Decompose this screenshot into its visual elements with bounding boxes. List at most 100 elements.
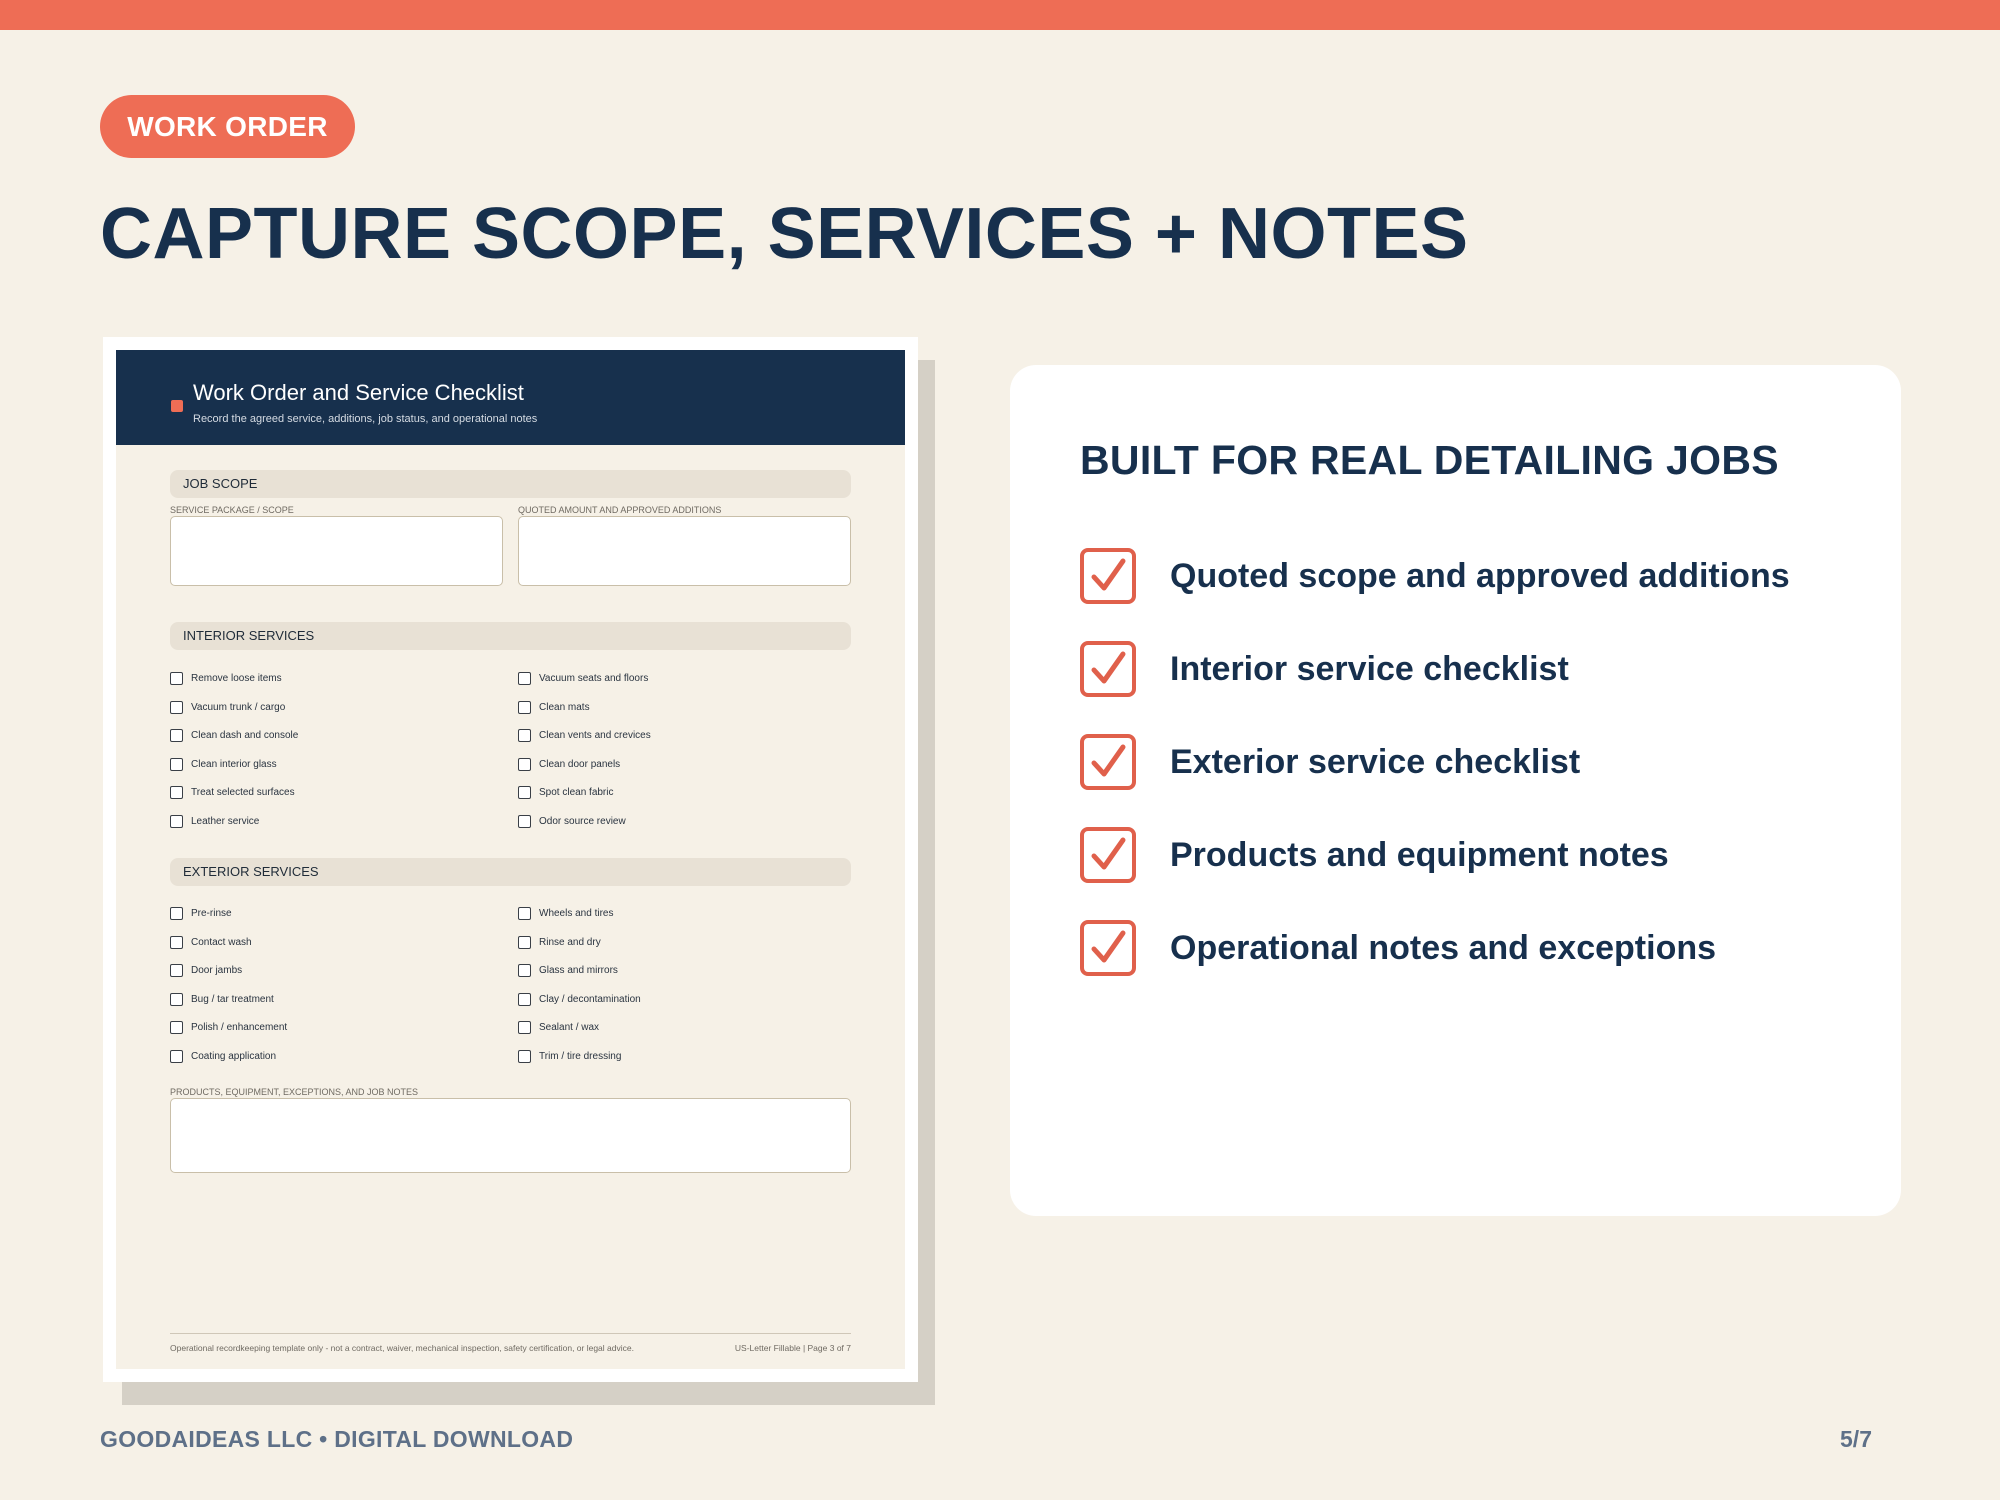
empty-checkbox-icon[interactable] [170,700,183,714]
checklist-item-label: Trim / tire dressing [539,1050,622,1062]
checklist-item[interactable]: Leather service [170,814,260,828]
empty-checkbox-icon[interactable] [518,907,531,920]
document-title: Work Order and Service Checklist [193,380,524,405]
empty-checkbox-icon[interactable] [170,729,183,742]
checklist-item[interactable]: Rinse and dry [518,935,601,949]
empty-checkbox-icon[interactable] [518,964,531,977]
feature-item: Products and equipment notes [1080,827,1669,883]
checklist-item-label: Leather service [191,815,260,827]
checklist-item[interactable]: Vacuum seats and floors [518,672,648,685]
checklist-item[interactable]: Glass and mirrors [518,964,618,977]
checkbox-check-icon [1080,641,1136,697]
checklist-item-label: Door jambs [191,965,243,976]
header-accent-square-icon [171,400,183,412]
empty-checkbox-icon[interactable] [170,1049,183,1063]
empty-checkbox-icon[interactable] [170,907,183,920]
notes-field[interactable] [170,1098,851,1173]
checklist-item[interactable]: Vacuum trunk / cargo [170,700,286,714]
checklist-item[interactable]: Door jambs [170,964,242,977]
checklist-item-label: Polish / enhancement [191,1022,288,1033]
checklist-item[interactable]: Clean vents and crevices [518,729,651,742]
checklist-item[interactable]: Remove loose items [170,672,282,685]
checklist-item-label: Remove loose items [191,673,282,684]
checklist-item[interactable]: Pre-rinse [170,907,232,920]
empty-checkbox-icon[interactable] [518,992,531,1006]
checklist-item[interactable]: Clay / decontamination [518,992,641,1006]
empty-checkbox-icon[interactable] [170,757,183,771]
document-page-info: US-Letter Fillable | Page 3 of 7 [734,1343,851,1353]
checklist-item[interactable]: Clean mats [518,700,590,714]
checklist-item[interactable]: Contact wash [170,935,252,949]
feature-text: Interior service checklist [1170,649,1569,688]
checklist-item-label: Vacuum trunk / cargo [191,701,286,713]
empty-checkbox-icon[interactable] [518,700,531,714]
service-package-label: SERVICE PACKAGE / SCOPE [170,505,294,515]
empty-checkbox-icon[interactable] [518,935,531,949]
checklist-item-label: Treat selected surfaces [191,787,295,798]
checkbox-check-icon [1080,734,1136,790]
quoted-amount-label: QUOTED AMOUNT AND APPROVED ADDITIONS [518,505,722,515]
feature-text: Operational notes and exceptions [1170,928,1717,967]
top-accent-bar [0,0,2000,30]
document-subtitle: Record the agreed service, additions, jo… [193,413,538,425]
empty-checkbox-icon[interactable] [170,1021,183,1034]
checklist-item[interactable]: Coating application [170,1049,277,1063]
checklist-item-label: Clean vents and crevices [539,730,651,741]
feature-item: Interior service checklist [1080,641,1569,697]
feature-text: Exterior service checklist [1170,742,1581,781]
checklist-item-label: Clean mats [539,701,590,713]
empty-checkbox-icon[interactable] [170,814,183,828]
checklist-item-label: Clean dash and console [191,730,299,741]
empty-checkbox-icon[interactable] [518,1049,531,1063]
checklist-item[interactable]: Odor source review [518,814,626,828]
checklist-item-label: Clean interior glass [191,758,277,770]
empty-checkbox-icon[interactable] [518,786,531,799]
footer-brand: GOODAIDEAS LLC • DIGITAL DOWNLOAD [100,1426,574,1452]
section-job-scope: JOB SCOPE [170,470,851,498]
empty-checkbox-icon[interactable] [518,1021,531,1034]
checklist-item-label: Pre-rinse [191,908,232,919]
section-badge: WORK ORDER [100,95,355,158]
checklist-item-label: Rinse and dry [539,936,601,948]
empty-checkbox-icon[interactable] [518,729,531,742]
card-title: BUILT FOR REAL DETAILING JOBS [1080,437,1779,483]
checklist-item[interactable]: Treat selected surfaces [170,786,295,799]
checklist-item[interactable]: Trim / tire dressing [518,1049,622,1063]
empty-checkbox-icon[interactable] [170,935,183,949]
document-page: Work Order and Service Checklist Record … [116,350,905,1369]
checklist-item[interactable]: Polish / enhancement [170,1021,287,1034]
empty-checkbox-icon[interactable] [170,672,183,685]
checkbox-check-icon [1080,827,1136,883]
empty-checkbox-icon[interactable] [518,757,531,771]
checkbox-check-icon [1080,548,1136,604]
document-header: Work Order and Service Checklist Record … [116,350,905,445]
quoted-amount-field[interactable] [518,516,851,586]
checklist-item-label: Sealant / wax [539,1022,600,1033]
service-package-field[interactable] [170,516,503,586]
checklist-item[interactable]: Spot clean fabric [518,786,614,799]
empty-checkbox-icon[interactable] [170,992,183,1006]
checklist-item-label: Glass and mirrors [539,965,618,976]
empty-checkbox-icon[interactable] [518,814,531,828]
feature-item: Operational notes and exceptions [1080,920,1716,976]
checklist-item[interactable]: Wheels and tires [518,907,613,920]
document-disclaimer: Operational recordkeeping template only … [170,1343,634,1353]
checklist-item[interactable]: Clean door panels [518,757,620,771]
checklist-item[interactable]: Clean dash and console [170,729,298,742]
feature-text: Quoted scope and approved additions [1170,556,1790,595]
footer-page-number: 5/7 [1840,1426,1872,1452]
checklist-item-label: Coating application [191,1050,277,1062]
empty-checkbox-icon[interactable] [518,672,531,685]
section-interior-services: INTERIOR SERVICES [170,622,851,650]
checklist-item-label: Wheels and tires [539,908,614,919]
checklist-item-label: Contact wash [191,936,252,948]
features-card: BUILT FOR REAL DETAILING JOBS Quoted sco… [1010,365,1901,1216]
checklist-item-label: Clay / decontamination [539,993,641,1005]
checklist-item[interactable]: Bug / tar treatment [170,992,274,1006]
checklist-item[interactable]: Clean interior glass [170,757,277,771]
checklist-item-label: Vacuum seats and floors [539,673,649,684]
empty-checkbox-icon[interactable] [170,964,183,977]
empty-checkbox-icon[interactable] [170,786,183,799]
document-preview: Work Order and Service Checklist Record … [103,337,918,1382]
checklist-item[interactable]: Sealant / wax [518,1021,599,1034]
